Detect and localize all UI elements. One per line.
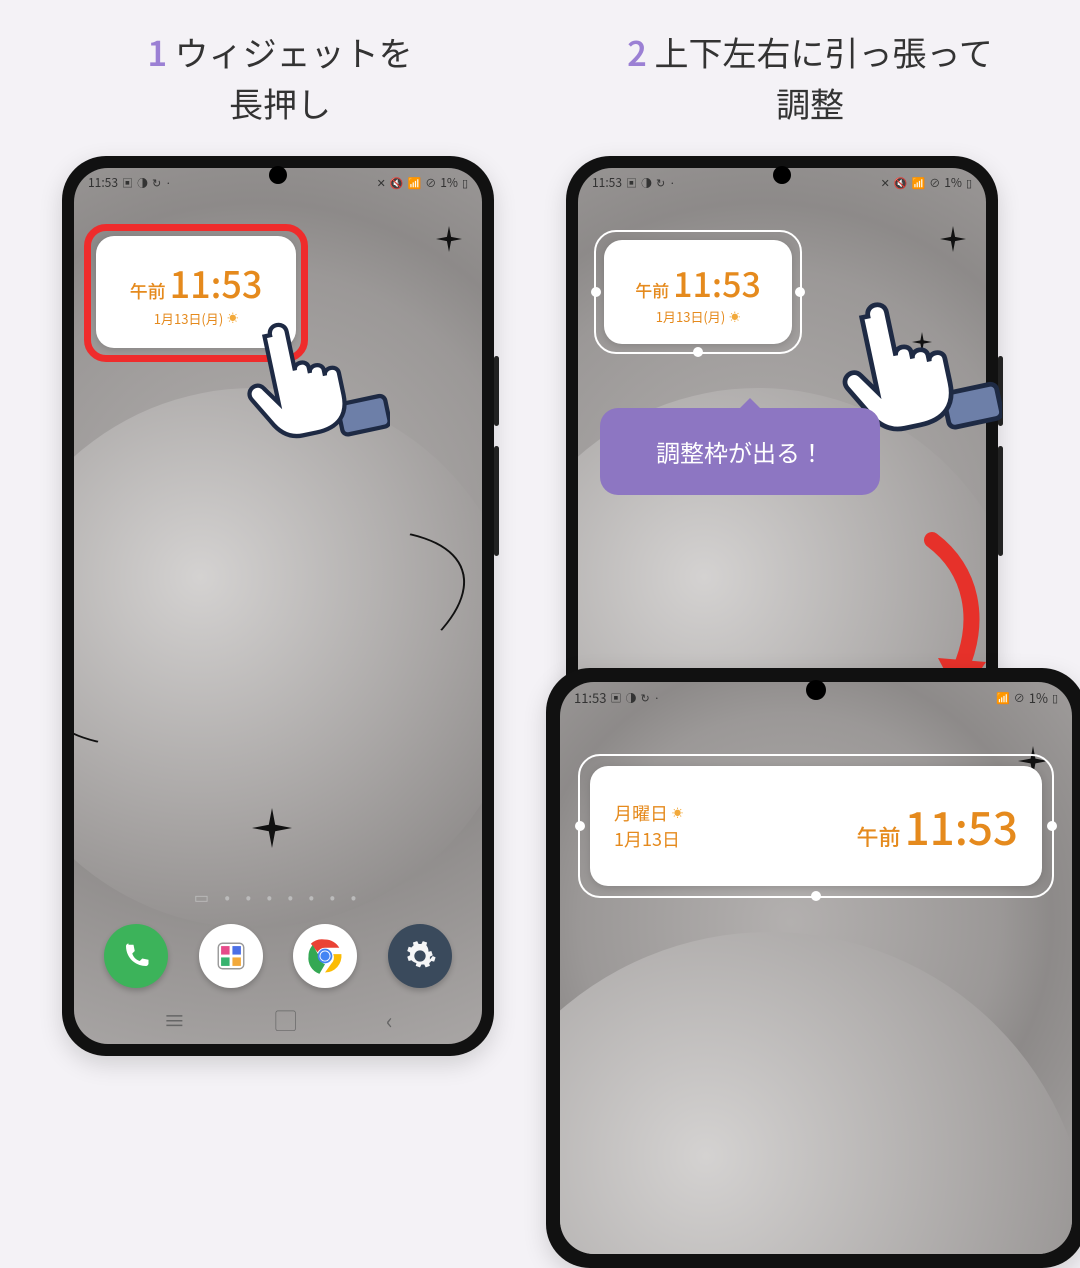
step2-title: 2 上下左右に引っ張って調整 <box>560 26 1060 128</box>
camera-notch <box>269 166 287 184</box>
step2-number: 2 <box>627 27 647 76</box>
step1-title: 1 ウィジェットを長押し <box>80 26 480 128</box>
page-indicator: ▭ • • • • • • • <box>74 884 482 908</box>
phone-app-icon[interactable] <box>104 924 168 988</box>
step1-number: 1 <box>147 27 167 76</box>
camera-notch <box>773 166 791 184</box>
nav-recent-icon[interactable]: ≡ <box>163 1004 185 1036</box>
resize-handle-right[interactable] <box>795 287 805 297</box>
nav-bar: ≡ ▢ ‹ <box>74 1004 482 1036</box>
step1-text: ウィジェットを長押し <box>175 27 413 127</box>
resize-handle-left[interactable] <box>591 287 601 297</box>
resize-handle-right[interactable] <box>1047 821 1057 831</box>
phone-result: 11:53 ▣ ◑ ↻ · 📶 ⊘ 1% ▯ 月曜日☀ 1月13日 午前11:5… <box>546 668 1080 1268</box>
phone-step1: 11:53 ▣ ◑ ↻ · ✕ 🔇 📶 ⊘ 1% ▯ 午前11:53 1月13日… <box>62 156 494 1056</box>
resize-handle-left[interactable] <box>575 821 585 831</box>
nav-back-icon[interactable]: ‹ <box>386 1004 393 1036</box>
nav-home-icon[interactable]: ▢ <box>275 1004 297 1036</box>
gallery-app-icon[interactable] <box>199 924 263 988</box>
step2-text: 上下左右に引っ張って調整 <box>655 27 993 127</box>
resize-handle-bottom[interactable] <box>693 347 703 357</box>
sparkle-icon <box>940 226 966 252</box>
dock <box>74 924 482 988</box>
callout-bubble: 調整枠が出る！ <box>600 408 880 495</box>
long-press-hand-icon <box>220 292 390 462</box>
resize-frame[interactable] <box>578 754 1054 898</box>
resize-handle-bottom[interactable] <box>811 891 821 901</box>
callout-text: 調整枠が出る！ <box>656 434 824 469</box>
camera-notch <box>806 680 826 700</box>
settings-app-icon[interactable] <box>388 924 452 988</box>
sparkle-icon <box>436 226 462 252</box>
resize-frame[interactable] <box>594 230 802 354</box>
phone3-screen[interactable]: 11:53 ▣ ◑ ↻ · 📶 ⊘ 1% ▯ 月曜日☀ 1月13日 午前11:5… <box>560 682 1072 1254</box>
chrome-app-icon[interactable] <box>293 924 357 988</box>
